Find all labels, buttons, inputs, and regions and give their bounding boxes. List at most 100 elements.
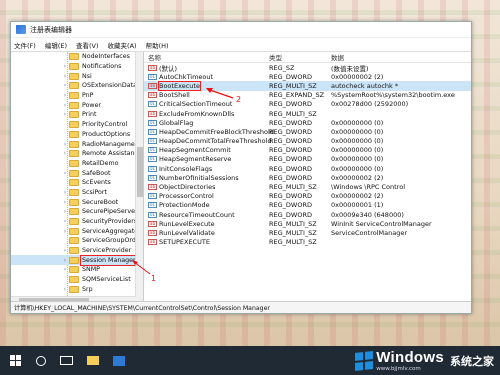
expand-chevron-icon[interactable]: ›	[61, 199, 69, 206]
column-type-header[interactable]: 类型	[267, 52, 329, 62]
value-name: HeapDeCommitFreeBlockThreshold	[159, 127, 274, 136]
expand-chevron-icon[interactable]: ›	[61, 63, 69, 70]
tree-item[interactable]: ServiceGroupOrde	[11, 236, 143, 246]
tree-item[interactable]: › SecurityProviders	[11, 217, 143, 227]
value-row[interactable]: ab ExcludeFromKnownDlls REG_MULTI_SZ	[144, 109, 471, 118]
value-row[interactable]: ab BootExecute REG_MULTI_SZ autocheck autoc…	[144, 80, 471, 91]
value-row[interactable]: 01 HeapSegmentReserve REG_DWORD 0x00000000 …	[144, 155, 471, 164]
expand-chevron-icon[interactable]: ›	[61, 92, 69, 99]
value-row[interactable]: 01 InitConsoleFlags REG_DWORD 0x00000000 (0…	[144, 164, 471, 173]
value-row[interactable]: ab SETUPEXECUTE REG_MULTI_SZ	[144, 238, 471, 247]
value-row[interactable]: ab (默认) REG_SZ (数值未设置)	[144, 63, 471, 73]
value-type: REG_MULTI_SZ	[269, 228, 317, 237]
expand-chevron-icon[interactable]: ›	[61, 170, 69, 177]
value-row[interactable]: 01 HeapDeCommitFreeBlockThreshold REG_DWOR…	[144, 127, 471, 136]
tree-item[interactable]: › Power	[11, 100, 143, 110]
value-row[interactable]: ab ObjectDirectories REG_MULTI_SZ \Windows …	[144, 182, 471, 191]
tree-item[interactable]: › Print	[11, 110, 143, 120]
tree-vertical-scrollbar[interactable]	[135, 52, 143, 304]
tree-item[interactable]: › Remote Assistance	[11, 149, 143, 159]
folder-icon	[69, 72, 79, 80]
tree-item[interactable]: › SafeBoot	[11, 168, 143, 178]
tree-item[interactable]: › ScsiPort	[11, 188, 143, 198]
value-row[interactable]: 01 HeapSegmentCommit REG_DWORD 0x00000000 (…	[144, 146, 471, 155]
value-name: NumberOfInitialSessions	[159, 173, 239, 182]
key-tree-pane[interactable]: NodeInterfaces › Notifications › Nsi › OSExten…	[11, 52, 144, 304]
value-row[interactable]: 01 CriticalSectionTimeout REG_DWORD 0x00278…	[144, 100, 471, 109]
tree-item[interactable]: › SecureBoot	[11, 197, 143, 207]
value-type: REG_DWORD	[269, 155, 312, 164]
start-button-icon[interactable]	[10, 354, 22, 367]
expand-chevron-icon[interactable]: ›	[61, 257, 69, 264]
regedit-taskbar-icon[interactable]	[113, 355, 125, 366]
expand-chevron-icon[interactable]: ›	[61, 208, 69, 215]
tree-item[interactable]: › PnP	[11, 91, 143, 101]
tree-item[interactable]: › Notifications	[11, 62, 143, 72]
expand-chevron-icon[interactable]: ›	[61, 266, 69, 273]
value-data: 0x00278d00 (2592000)	[331, 100, 409, 109]
expand-chevron-icon[interactable]: ›	[61, 228, 69, 235]
value-row[interactable]: 01 AutoChkTimeout REG_DWORD 0x00000002 (2)	[144, 72, 471, 81]
folder-icon	[69, 82, 79, 90]
tree-item[interactable]: › ServiceProvider	[11, 246, 143, 256]
main-content: NodeInterfaces › Notifications › Nsi › OSExten…	[11, 51, 471, 304]
tree-item[interactable]: › RadioManagement	[11, 139, 143, 149]
expand-chevron-icon[interactable]: ›	[61, 102, 69, 109]
tree-item[interactable]: ScEvents	[11, 178, 143, 188]
value-row[interactable]: 01 HeapDeCommitTotalFreeThreshold REG_DWOR…	[144, 137, 471, 146]
menu-file[interactable]: 文件(F)	[14, 40, 36, 50]
folder-icon	[69, 92, 79, 100]
expand-chevron-icon[interactable]: ›	[61, 73, 69, 80]
value-data: \Windows \RPC Control	[331, 183, 405, 192]
tree-item[interactable]: › OSExtensionDatab	[11, 81, 143, 91]
tree-scroll-thumb[interactable]	[137, 147, 143, 197]
task-view-icon[interactable]	[60, 356, 73, 365]
string-value-icon: ab	[148, 92, 157, 99]
tree-item[interactable]: › ServiceAggregated	[11, 226, 143, 236]
tree-item-label: SQMServiceList	[82, 276, 131, 284]
tree-item[interactable]: › Session Manager	[11, 254, 143, 266]
tree-item-label: PnP	[82, 92, 94, 100]
expand-chevron-icon[interactable]: ›	[61, 247, 69, 254]
tree-item[interactable]: RetailDemo	[11, 159, 143, 169]
value-row[interactable]: 01 ProtectionMode REG_DWORD 0x00000001 (1)	[144, 201, 471, 210]
value-row[interactable]: ab BootShell REG_EXPAND_SZ %SystemRoot%\sys…	[144, 91, 471, 100]
expand-chevron-icon[interactable]: ›	[61, 286, 69, 293]
value-row[interactable]: 01 GlobalFlag REG_DWORD 0x00000000 (0)	[144, 118, 471, 127]
tree-item-label: OSExtensionDatab	[82, 82, 141, 90]
expand-chevron-icon[interactable]: ›	[61, 189, 69, 196]
tree-item[interactable]: › Srp	[11, 285, 143, 295]
value-row[interactable]: ab RunLevelValidate REG_MULTI_SZ ServiceCon…	[144, 228, 471, 237]
menu-help[interactable]: 帮助(H)	[146, 40, 169, 50]
value-data: 0x00000000 (0)	[331, 137, 384, 146]
tree-item[interactable]: › Nsi	[11, 71, 143, 81]
search-icon[interactable]	[36, 355, 46, 366]
value-row[interactable]: 01 ProcessorControl REG_DWORD 0x00000002 (2…	[144, 192, 471, 201]
tree-item[interactable]: › SecurePipeServers	[11, 207, 143, 217]
file-explorer-icon[interactable]	[87, 356, 99, 365]
tree-item[interactable]: › SNMP	[11, 265, 143, 275]
value-data: 0x00000002 (2)	[331, 72, 384, 81]
value-type: REG_EXPAND_SZ	[269, 91, 325, 100]
menu-edit[interactable]: 编辑(E)	[45, 40, 67, 50]
menu-view[interactable]: 查看(V)	[76, 40, 99, 50]
expand-chevron-icon[interactable]: ›	[61, 82, 69, 89]
column-name-header[interactable]: 名称	[144, 52, 267, 62]
expand-chevron-icon[interactable]: ›	[61, 218, 69, 225]
tree-item[interactable]: PriorityControl	[11, 120, 143, 130]
expand-chevron-icon[interactable]: ›	[61, 150, 69, 157]
value-row[interactable]: 01 NumberOfInitialSessions REG_DWORD 0x0000…	[144, 173, 471, 182]
value-name: AutoChkTimeout	[159, 72, 214, 81]
expand-chevron-icon[interactable]: ›	[61, 141, 69, 148]
tree-item[interactable]: ProductOptions	[11, 130, 143, 140]
folder-icon	[69, 256, 79, 264]
tree-item[interactable]: NodeInterfaces	[11, 52, 143, 62]
value-row[interactable]: ab RunLevelExecute REG_MULTI_SZ WinInit Ser…	[144, 219, 471, 228]
tree-item[interactable]: SQMServiceList	[11, 275, 143, 285]
column-data-header[interactable]: 数据	[329, 52, 344, 62]
folder-icon	[69, 237, 79, 245]
expand-chevron-icon[interactable]: ›	[61, 111, 69, 118]
value-row[interactable]: 01 ResourceTimeoutCount REG_DWORD 0x0009e34…	[144, 210, 471, 219]
tree-item-label: Session Manager	[80, 254, 138, 266]
menu-favorites[interactable]: 收藏夹(A)	[108, 40, 137, 50]
